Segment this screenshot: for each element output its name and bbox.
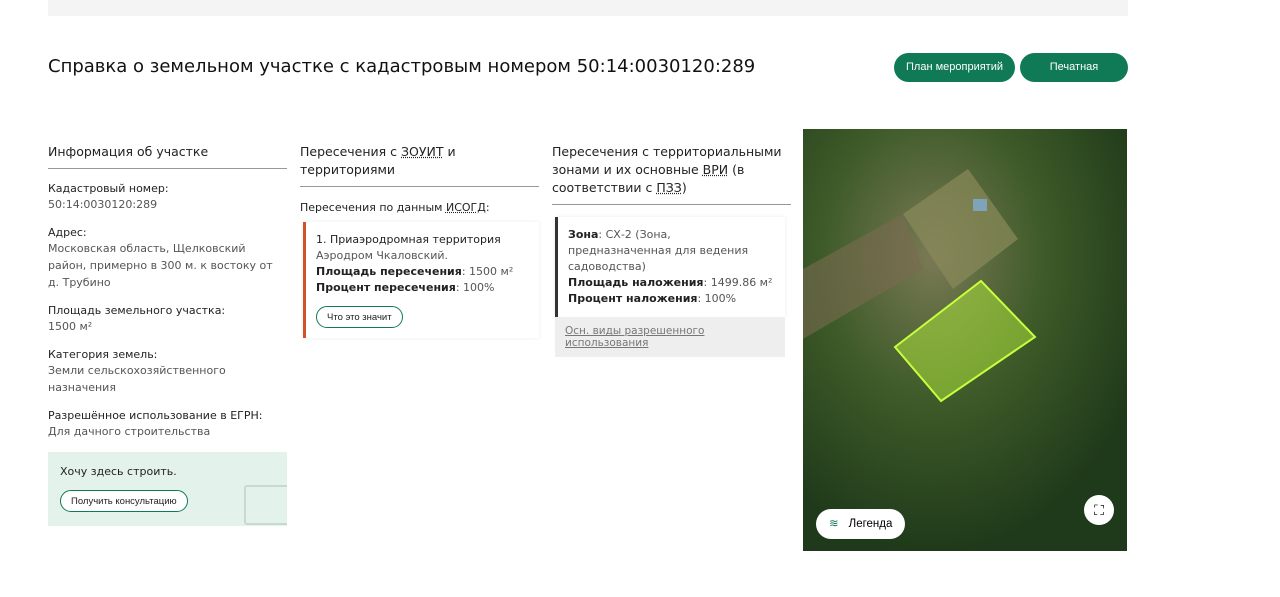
field-value: Московская область, Щелковский район, пр… (48, 242, 273, 289)
permitted-uses-link[interactable]: Осн. виды разрешенного использования (555, 317, 785, 357)
intersection-percent: : 100% (455, 281, 495, 294)
consult-text: Хочу здесь строить. (60, 465, 177, 478)
zouit-abbr[interactable]: ЗОУИТ (401, 144, 443, 159)
isogd-subheading: Пересечения по данным ИСОГД: (300, 201, 490, 214)
satellite-map[interactable]: ≋ Легенда ⛶ (803, 129, 1127, 551)
legend-label: Легенда (848, 518, 893, 530)
zones-section: Пересечения с территориальными зонами и … (552, 143, 791, 357)
zones-heading: Пересечения с территориальными зонами и … (552, 143, 791, 205)
isogd-abbr[interactable]: ИСОГД (446, 201, 486, 214)
field-label: Площадь земельного участка: (48, 304, 226, 317)
legend-button[interactable]: ≋ Легенда (816, 509, 906, 539)
map-imagery (803, 129, 1127, 551)
overlap-percent: : 100% (697, 292, 737, 305)
intersection-area: : 1500 м² (461, 265, 514, 278)
print-form-button[interactable]: Печатная форма (1020, 53, 1128, 102)
card-title: 1. Приаэродромная территория (316, 233, 501, 246)
what-it-means-button[interactable]: Что это значит (316, 306, 403, 328)
overlap-area: : 1499.86 м² (703, 276, 773, 289)
page-title: Справка о земельном участке с кадастровы… (48, 56, 756, 77)
zouit-section: Пересечения с ЗОУИТ и территориями Перес… (300, 143, 539, 338)
field-value: 1500 м² (48, 320, 93, 333)
intersection-card: 1. Приаэродромная территория Аэродром Чк… (303, 222, 539, 338)
parcel-info: Информация об участке Кадастровый номер:… (48, 143, 287, 484)
card-desc: Аэродром Чкаловский. (316, 249, 449, 262)
field-value: Земли сельскохозяйственного назначения (48, 364, 226, 394)
field-value: Для дачного строительства (48, 425, 211, 438)
layers-icon: ≋ (829, 518, 839, 530)
plan-button[interactable]: План мероприятий (894, 53, 1015, 82)
consultation-box: Хочу здесь строить. Получить консультаци… (48, 452, 287, 526)
zone-card: Зона: СХ-2 (Зона, предназначенная для ве… (555, 217, 785, 317)
envelope-icon (244, 485, 287, 525)
parcel-info-heading: Информация об участке (48, 143, 287, 169)
zouit-heading: Пересечения с ЗОУИТ и территориями (300, 143, 539, 187)
field-label: Категория земель: (48, 348, 158, 361)
field-value: 50:14:0030120:289 (48, 198, 158, 211)
field-label: Кадастровый номер: (48, 182, 169, 195)
top-bar (48, 0, 1128, 16)
consult-button[interactable]: Получить консультацию (60, 490, 188, 512)
field-label: Адрес: (48, 226, 87, 239)
field-label: Разрешённое использование в ЕГРН: (48, 409, 263, 422)
fullscreen-icon[interactable]: ⛶ (1084, 495, 1114, 525)
